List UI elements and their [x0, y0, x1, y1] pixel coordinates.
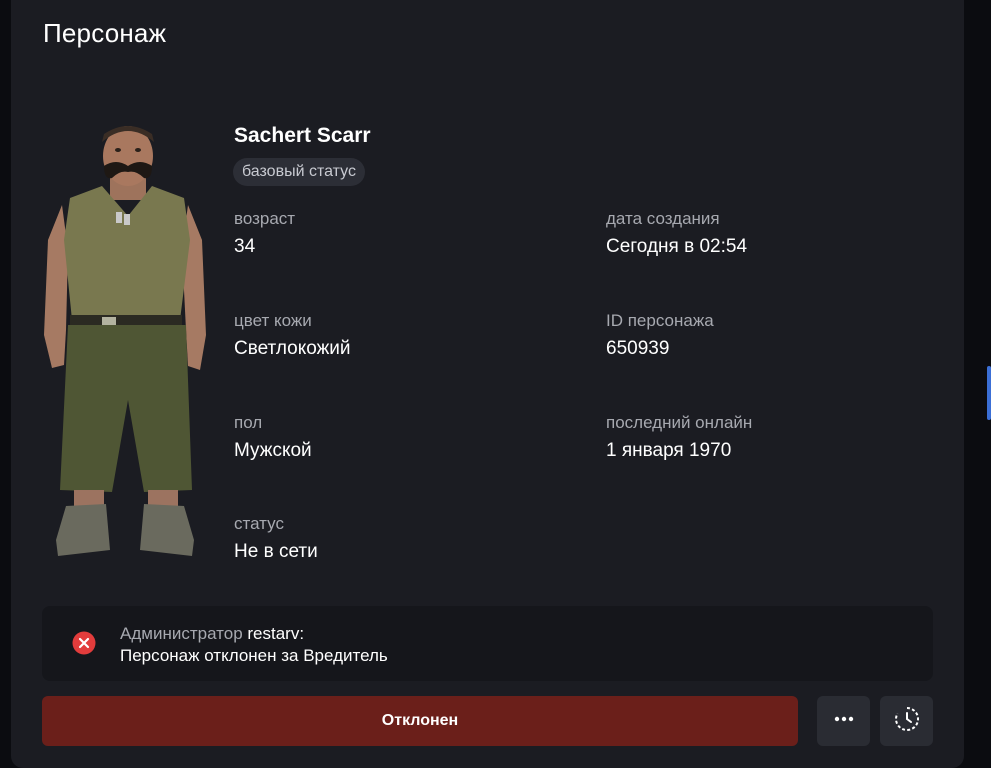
rejected-status-button[interactable]: Отклонен: [42, 696, 798, 746]
skin-color-value: Светлокожий: [234, 338, 351, 359]
created-date-label: дата создания: [606, 209, 720, 228]
notice-prefix: Администратор: [120, 624, 243, 643]
notice-admin-name: restarv:: [247, 624, 305, 643]
skin-color-label: цвет кожи: [234, 311, 312, 330]
character-id-value: 650939: [606, 338, 670, 359]
character-id-label: ID персонажа: [606, 311, 714, 330]
history-clock-icon: [893, 705, 921, 738]
last-online-label: последний онлайн: [606, 413, 753, 432]
status-label: статус: [234, 514, 284, 533]
gender-value: Мужской: [234, 440, 312, 461]
more-options-button[interactable]: [817, 696, 870, 746]
page-title: Персонаж: [43, 18, 167, 48]
character-avatar: [40, 120, 215, 575]
age-value: 34: [234, 236, 256, 257]
status-badge: базовый статус: [233, 158, 365, 186]
more-horizontal-icon: [832, 707, 856, 736]
last-online-value: 1 января 1970: [606, 440, 732, 461]
history-button[interactable]: [880, 696, 933, 746]
notice-message: Персонаж отклонен за Вредитель: [120, 646, 388, 665]
x-circle-icon: [72, 631, 96, 655]
character-name: Sachert Scarr: [234, 124, 371, 147]
notice-author: Администратор restarv:: [120, 624, 304, 644]
created-date-value: Сегодня в 02:54: [606, 236, 748, 257]
scroll-indicator[interactable]: [987, 366, 991, 420]
status-value: Не в сети: [234, 541, 318, 562]
gender-label: пол: [234, 413, 263, 432]
age-label: возраст: [234, 209, 296, 228]
